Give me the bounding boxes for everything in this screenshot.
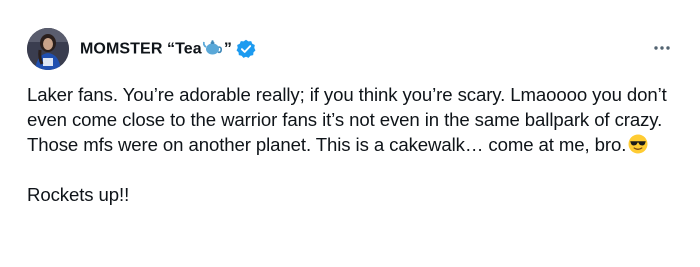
tweet-paragraph: Rockets up!! <box>27 182 677 207</box>
author-row: MOMSTER “Tea ” <box>80 37 256 61</box>
tweet-text: Laker fans. You’re adorable really; if y… <box>27 82 677 207</box>
author-name[interactable]: MOMSTER “Tea ” <box>80 39 232 60</box>
tweet-card[interactable]: MOMSTER “Tea ” Laker fans. You’re adorab… <box>0 0 700 267</box>
avatar-image <box>27 28 69 70</box>
tweet-paragraph-text: Rockets up!! <box>27 184 130 205</box>
sunglasses-emoji-icon <box>628 134 648 154</box>
author-name-suffix: ” <box>223 40 232 58</box>
avatar[interactable] <box>27 28 69 70</box>
tweet-paragraph-text: Laker fans. You’re adorable really; if y… <box>27 84 667 155</box>
verified-badge-icon[interactable] <box>236 39 256 59</box>
teapot-icon <box>202 39 223 60</box>
author-name-prefix: MOMSTER “Tea <box>80 40 202 58</box>
more-options-icon[interactable] <box>651 38 673 58</box>
tweet-paragraph: Laker fans. You’re adorable really; if y… <box>27 82 677 157</box>
